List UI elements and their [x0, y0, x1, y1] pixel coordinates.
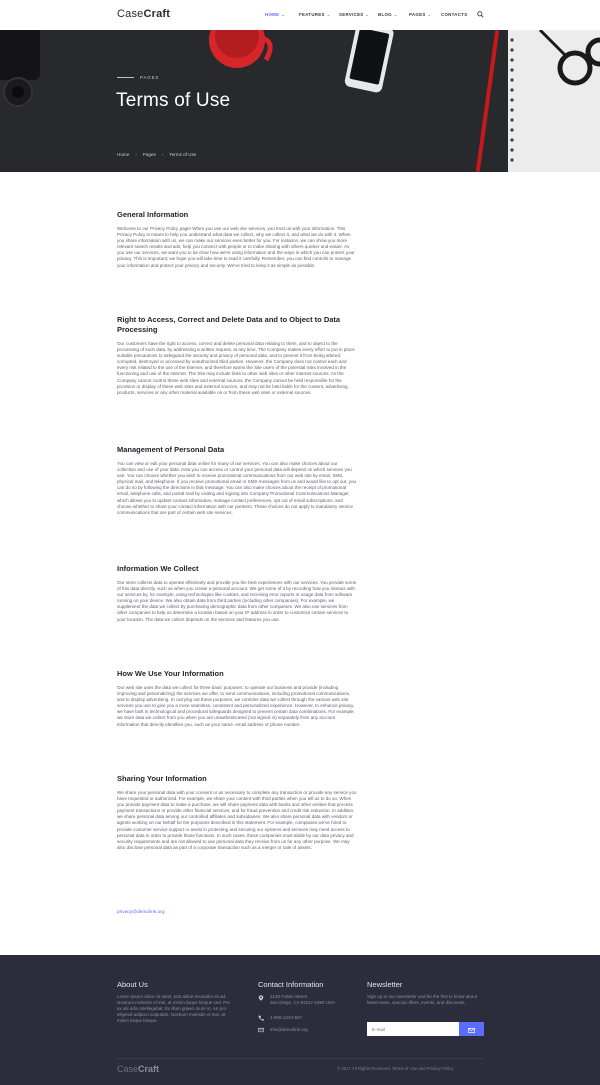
- hero-kicker-line: [117, 77, 134, 78]
- breadcrumb-home[interactable]: Home: [117, 152, 129, 157]
- newsletter-submit-button[interactable]: [459, 1022, 484, 1036]
- nav-item-label: CONTACTS: [441, 12, 468, 17]
- chevron-down-icon: ⌄: [393, 12, 398, 17]
- footer-newsletter-text: Sign up to our newsletter and be the fir…: [367, 994, 478, 1005]
- footer-about-title: About Us: [117, 980, 148, 989]
- phone-icon: [258, 1015, 264, 1021]
- breadcrumb-pages[interactable]: Pages: [143, 152, 156, 157]
- footer-copyright: © 2017 All Rights Reserved. Terms of Use…: [337, 1066, 454, 1071]
- section-body: Our customers have the right to access, …: [117, 341, 355, 395]
- section-general-information: General Information Welcome to our Priva…: [117, 210, 357, 269]
- hero-kicker: PAGES: [140, 75, 160, 80]
- section-how-we-use-your-information: How We Use Your Information Our web site…: [117, 669, 357, 728]
- map-pin-icon: [258, 995, 264, 1001]
- nav-item-label: SERVICES: [339, 12, 364, 17]
- section-management-of-personal-data: Management of Personal Data You can view…: [117, 445, 357, 516]
- nav-item-services[interactable]: SERVICES ⌄: [339, 12, 369, 17]
- breadcrumb-current: Terms of Use: [169, 152, 197, 157]
- footer-divider: [117, 1058, 483, 1059]
- breadcrumb: Home › Pages › Terms of Use: [117, 152, 196, 157]
- nav-item-blog[interactable]: BLOG ⌄: [378, 12, 398, 17]
- chevron-down-icon: ⌄: [326, 12, 331, 17]
- footer-logo[interactable]: CaseCraft: [117, 1064, 159, 1074]
- section-title: Management of Personal Data: [117, 445, 225, 454]
- page-hero: PAGES Terms of Use Home › Pages › Terms of U…: [0, 30, 600, 172]
- section-body: You can view or edit your personal data …: [117, 461, 357, 515]
- section-title: How We Use Your Information: [117, 669, 224, 678]
- footer-phone[interactable]: 1-800-1234-567: [270, 1015, 302, 1021]
- section-title: Right to Access, Correct and Delete Data…: [117, 315, 341, 334]
- nav-item-home[interactable]: HOME ⌄: [265, 12, 285, 17]
- mail-icon: [468, 1028, 475, 1033]
- section-right-to-access: Right to Access, Correct and Delete Data…: [117, 315, 357, 396]
- section-body: Our web site uses the data we collect fo…: [117, 685, 355, 727]
- newsletter-email-input[interactable]: [367, 1022, 459, 1036]
- footer-about-text: Lorem ipsum dolor sit amet, tota alitue …: [117, 994, 231, 1023]
- page-title: Terms of Use: [116, 90, 231, 111]
- footer-email[interactable]: info@demolink.org: [270, 1027, 308, 1033]
- section-sharing-your-information: Sharing Your Information We share your p…: [117, 774, 357, 851]
- section-title: General Information: [117, 210, 189, 219]
- nav-item-contacts[interactable]: CONTACTS: [441, 12, 467, 17]
- nav-item-label: BLOG: [378, 12, 392, 17]
- section-body: Our store collects data to operate effec…: [117, 580, 357, 622]
- chevron-down-icon: ⌄: [281, 12, 286, 17]
- section-information-we-collect: Information We Collect Our store collect…: [117, 564, 357, 623]
- section-title: Information We Collect: [117, 564, 199, 573]
- breadcrumb-separator: ›: [135, 152, 137, 157]
- nav-item-label: HOME: [265, 12, 280, 17]
- footer-contact-title: Contact Information: [258, 980, 324, 989]
- hero-background-image: [0, 30, 600, 172]
- logo-text-craft: Craft: [138, 1064, 160, 1074]
- site-header: CaseCraft HOME ⌄ FEATURES ⌄ SERVICES ⌄ BLOG…: [0, 0, 600, 30]
- section-body: Welcome to our Privacy Policy page! When…: [117, 226, 355, 268]
- address-line-2: San Diego, CA 94117-1080 USA: [270, 1000, 335, 1005]
- chevron-down-icon: ⌄: [427, 12, 432, 17]
- mail-icon: [258, 1027, 264, 1033]
- logo-text-case: Case: [117, 1064, 139, 1074]
- nav-item-label: PAGES: [409, 12, 426, 17]
- nav-item-pages[interactable]: PAGES ⌄: [409, 12, 431, 17]
- nav-item-label: FEATURES: [299, 12, 325, 17]
- breadcrumb-separator: ›: [161, 152, 164, 157]
- section-title: Sharing Your Information: [117, 774, 207, 783]
- footer-address: 2130 Fulton Street San Diego, CA 94117-1…: [270, 994, 370, 1006]
- footer-newsletter-title: Newsletter: [367, 980, 403, 989]
- chevron-down-icon: ⌄: [365, 12, 370, 17]
- nav-item-features[interactable]: FEATURES ⌄: [299, 12, 330, 17]
- section-body: We share your personal data with your co…: [117, 790, 357, 850]
- search-icon[interactable]: [477, 11, 484, 18]
- main-nav: HOME ⌄ FEATURES ⌄ SERVICES ⌄ BLOG ⌄ PAGES ⌄ C…: [0, 12, 600, 22]
- privacy-email-link[interactable]: privacy@demolink.org: [117, 910, 165, 915]
